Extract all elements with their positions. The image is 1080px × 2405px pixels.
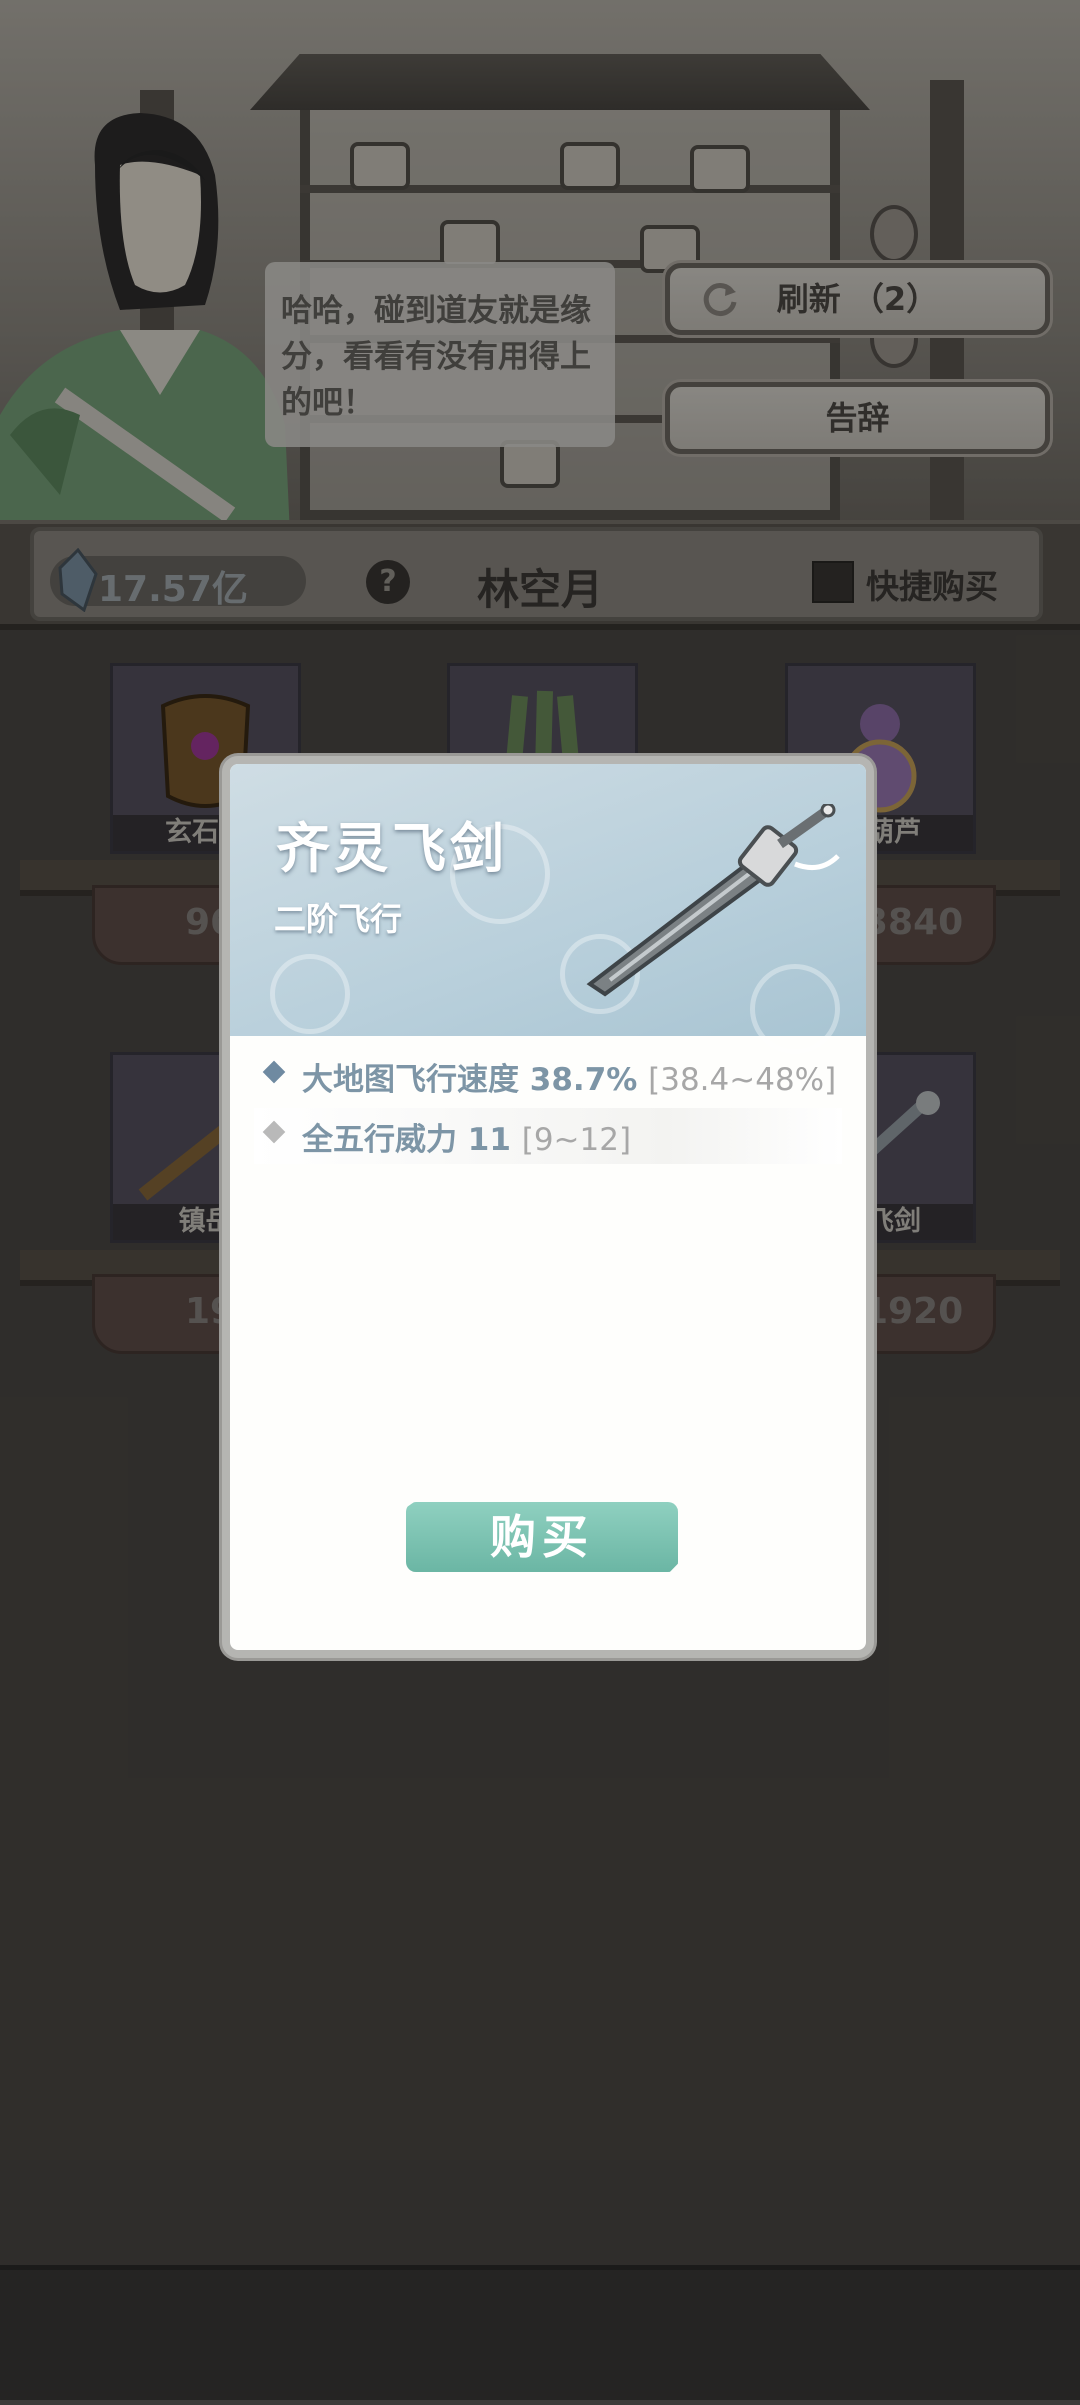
flying-sword-icon [586,804,840,997]
stat-text: 全五行威力 11 [302,1122,511,1158]
item-detail-dialog: 齐灵飞剑 二阶飞行 大地图飞行速度 38.7% [38.4~48%] 全五行威力… [222,756,874,1658]
diamond-bullet-icon [262,1060,286,1084]
stat-text: 大地图飞行速度 38.7% [302,1062,638,1098]
stat-row: 全五行威力 11 [9~12] [254,1108,842,1164]
item-detail-header: 齐灵飞剑 二阶飞行 [230,764,866,1054]
diamond-bullet-icon [262,1120,286,1144]
stat-range: [9~12] [521,1122,632,1158]
stat-row: 大地图飞行速度 38.7% [38.4~48%] [254,1048,842,1104]
buy-button-label: 购买 [490,1510,594,1564]
item-subtitle: 二阶飞行 [274,900,403,938]
buy-button[interactable]: 购买 [406,1502,678,1572]
stat-range: [38.4~48%] [648,1062,837,1098]
item-title: 齐灵飞剑 [276,816,508,880]
